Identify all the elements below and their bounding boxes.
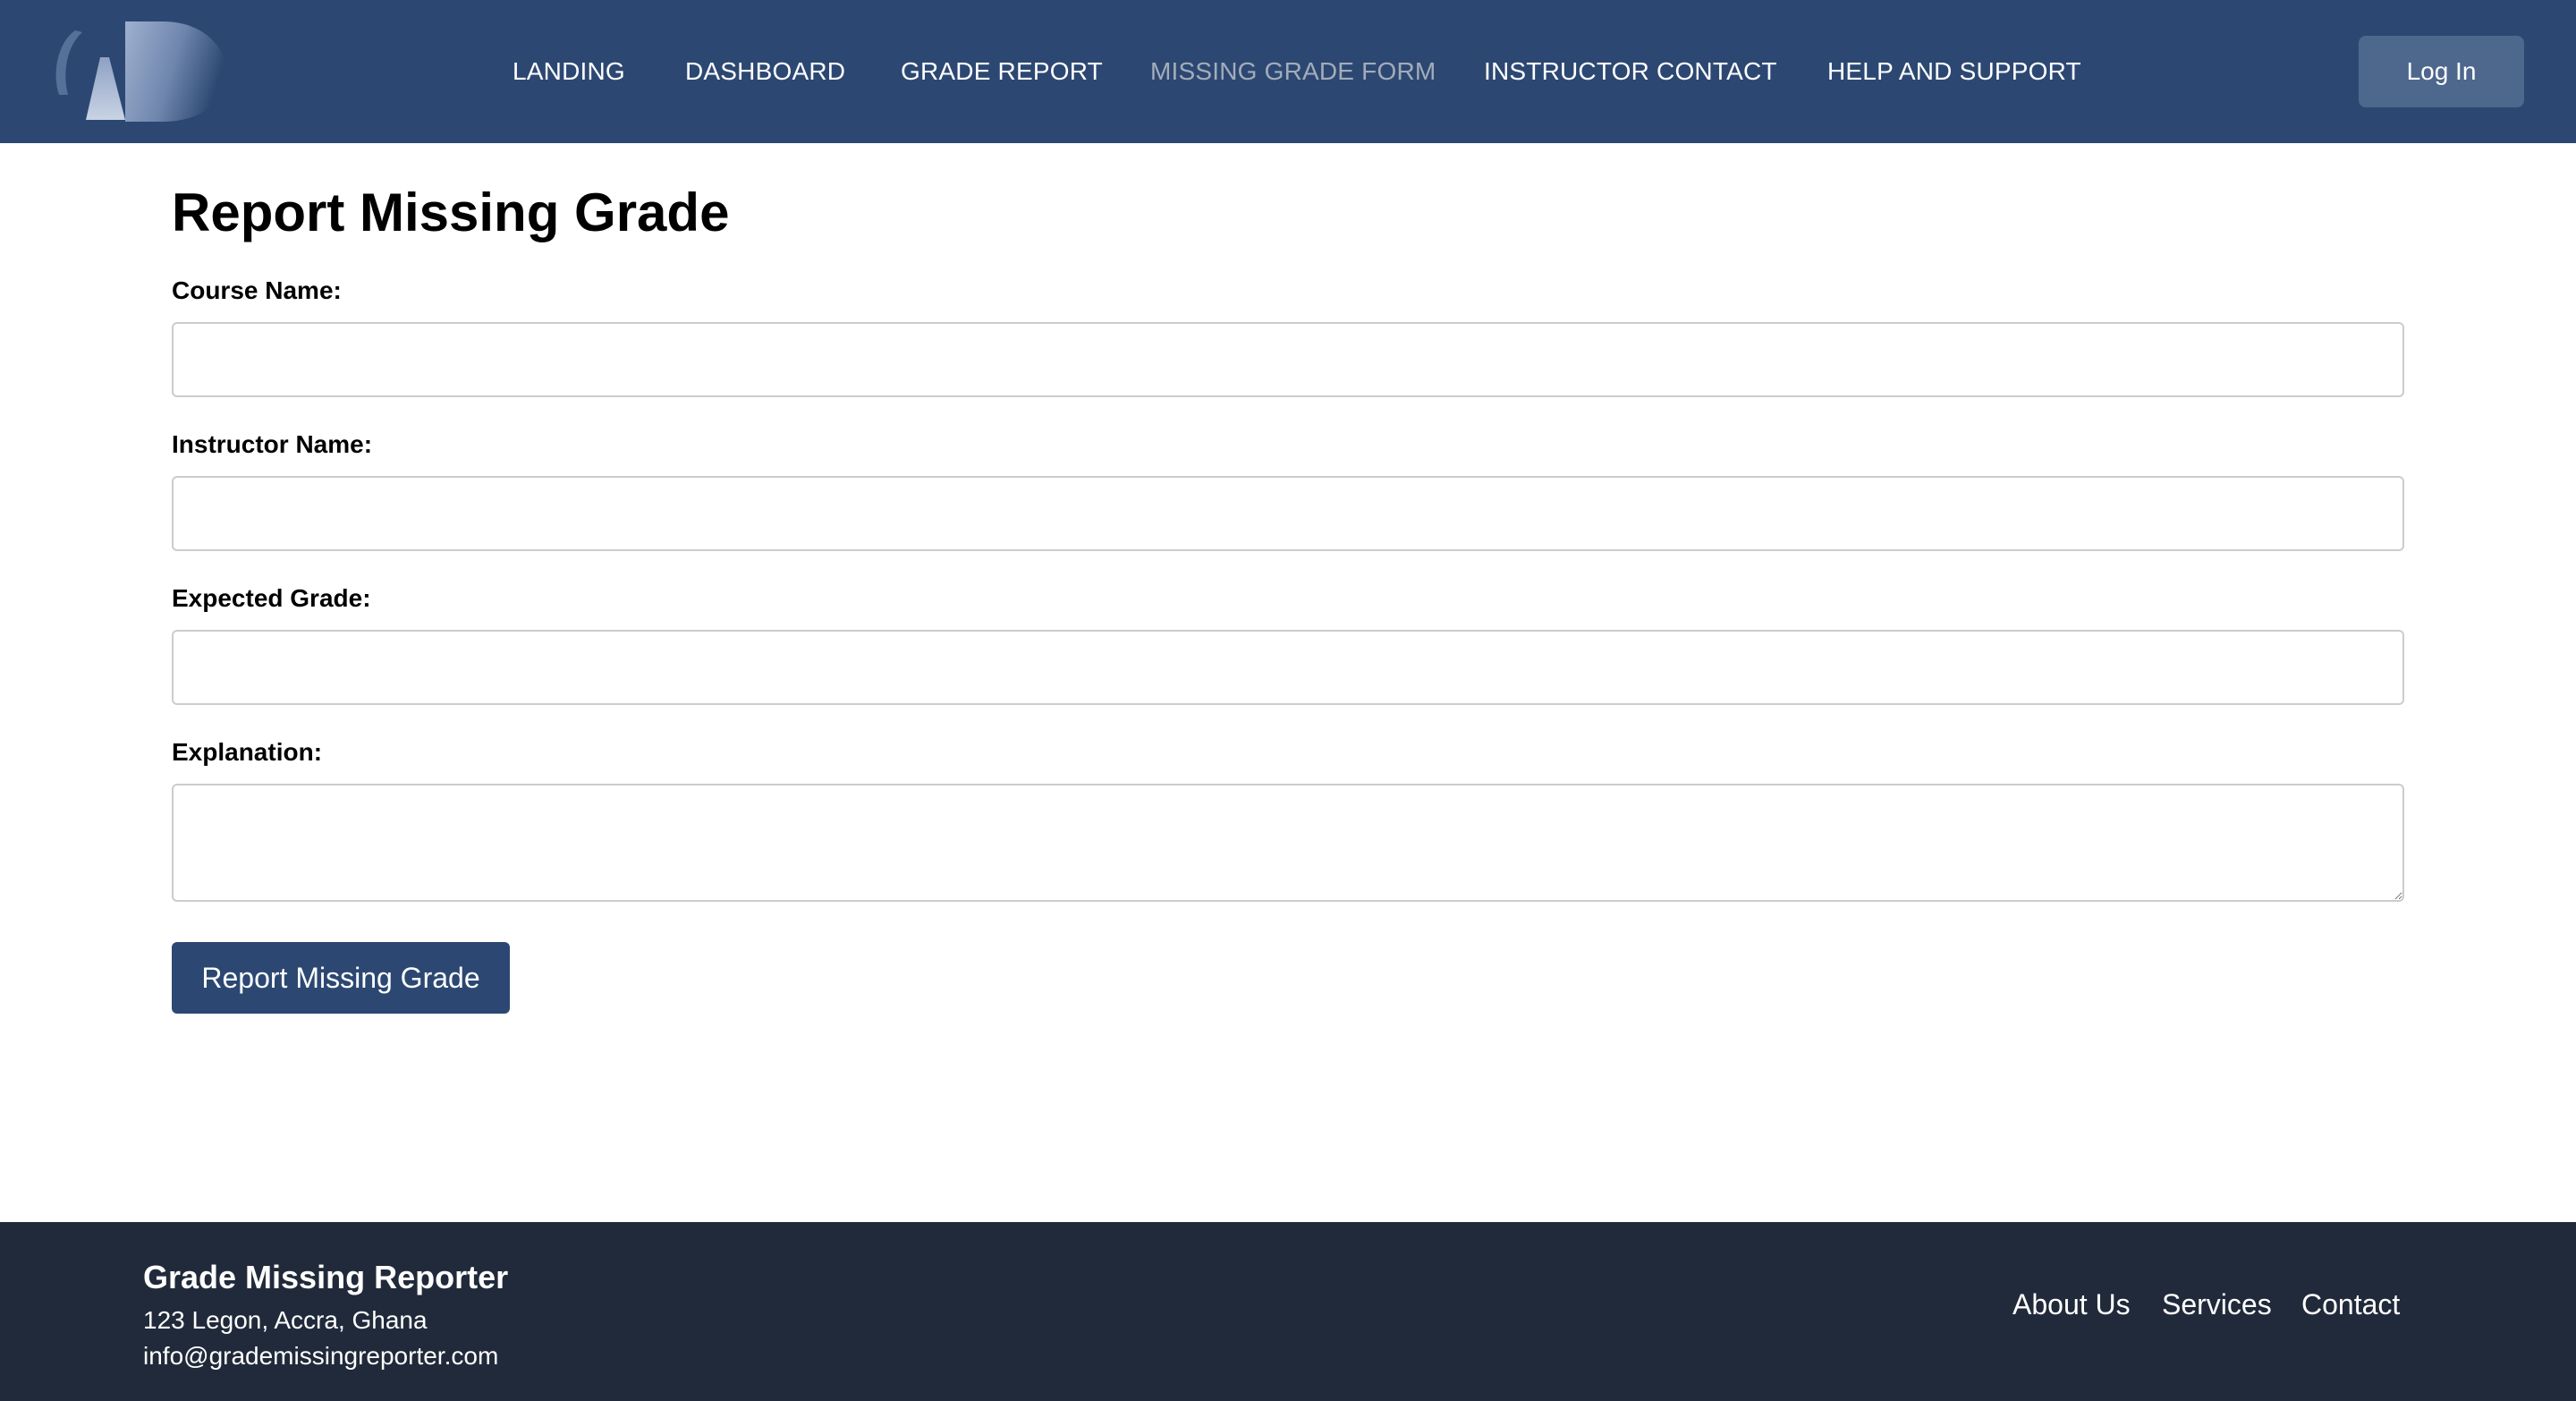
nav-item-missing-grade-form[interactable]: MISSING GRADE FORM [1150,55,1436,88]
footer-email: info@grademissingreporter.com [143,1342,499,1370]
login-button[interactable]: Log In [2359,36,2524,107]
report-missing-grade-button[interactable]: Report Missing Grade [172,942,510,1014]
footer-brand-name: Grade Missing Reporter [143,1259,509,1295]
top-navigation-bar: LANDING DASHBOARD GRADE REPORT MISSING G… [0,0,2576,143]
expected-grade-label: Expected Grade: [172,584,371,612]
footer-link-services[interactable]: Services [2162,1286,2272,1322]
explanation-textarea[interactable] [172,784,2404,902]
course-name-label: Course Name: [172,276,342,304]
main-nav: LANDING DASHBOARD GRADE REPORT MISSING G… [0,0,2576,143]
expected-grade-input[interactable] [172,630,2404,705]
nav-item-landing[interactable]: LANDING [513,55,625,88]
explanation-label: Explanation: [172,738,323,766]
instructor-name-input[interactable] [172,476,2404,551]
footer-link-contact[interactable]: Contact [2301,1286,2400,1322]
course-name-input[interactable] [172,322,2404,397]
footer-address: 123 Legon, Accra, Ghana [143,1306,428,1334]
nav-item-help-and-support[interactable]: HELP AND SUPPORT [1827,55,2081,88]
nav-item-instructor-contact[interactable]: INSTRUCTOR CONTACT [1484,55,1777,88]
footer-link-about-us[interactable]: About Us [2012,1286,2131,1322]
site-footer: Grade Missing Reporter 123 Legon, Accra,… [0,1222,2576,1401]
nav-item-dashboard[interactable]: DASHBOARD [685,55,845,88]
page-title: Report Missing Grade [172,183,730,242]
nav-item-grade-report[interactable]: GRADE REPORT [901,55,1103,88]
instructor-name-label: Instructor Name: [172,430,373,458]
